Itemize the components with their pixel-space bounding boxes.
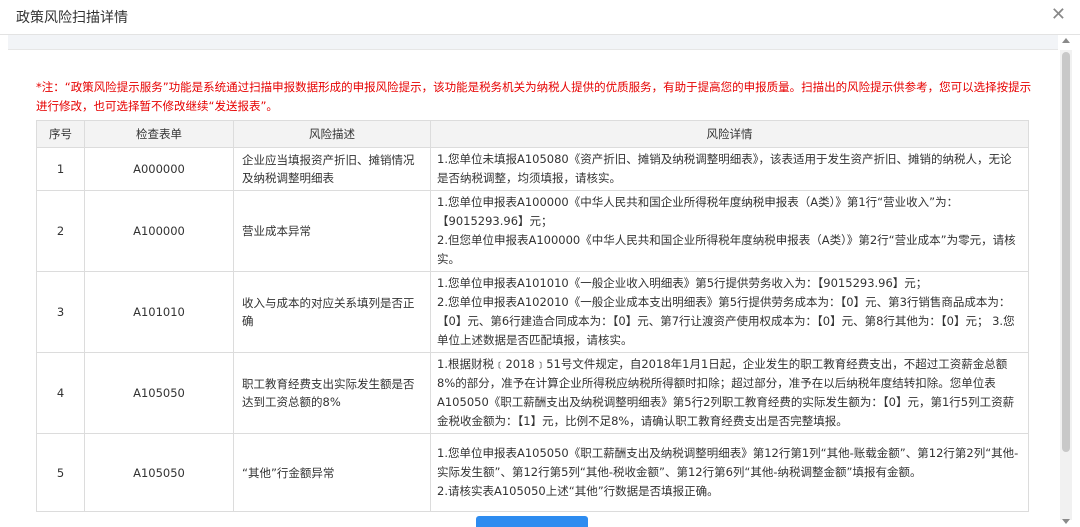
row-no: 2 bbox=[36, 190, 85, 272]
dialog-content: *注：“政策风险提示服务”功能是系统通过扫描申报数据形成的申报风险提示，该功能是… bbox=[8, 50, 1056, 520]
scroll-up-arrow-icon[interactable] bbox=[1062, 38, 1070, 43]
table-row: 4 A105050 职工教育经费支出实际发生额是否达到工资总额的8% 1.根据财… bbox=[36, 352, 1029, 434]
row-no: 4 bbox=[36, 352, 85, 434]
row-desc: 收入与成本的对应关系填列是否正确 bbox=[233, 271, 431, 353]
row-desc: “其他”行金额异常 bbox=[233, 433, 431, 512]
row-desc: 企业应当填报资产折旧、摊销情况及纳税调整明细表 bbox=[233, 147, 431, 191]
row-desc: 职工教育经费支出实际发生额是否达到工资总额的8% bbox=[233, 352, 431, 434]
row-form: A101010 bbox=[84, 271, 234, 353]
row-detail: 1.您单位申报表A101010《一般企业收入明细表》第5行提供劳务收入为：【90… bbox=[430, 271, 1029, 353]
header-desc: 风险描述 bbox=[233, 120, 431, 148]
row-no: 1 bbox=[36, 147, 85, 191]
row-detail: 1.根据财税﹝2018﹞51号文件规定，自2018年1月1日起，企业发生的职工教… bbox=[430, 352, 1029, 434]
dialog-title: 政策风险扫描详情 bbox=[16, 10, 128, 26]
header-no: 序号 bbox=[36, 120, 85, 148]
row-form: A105050 bbox=[84, 433, 234, 512]
scroll-down-arrow-icon[interactable] bbox=[1062, 519, 1070, 524]
row-detail: 1.您单位申报表A105050《职工薪酬支出及纳税调整明细表》第12行第1列“其… bbox=[430, 433, 1029, 512]
notice-text: *注：“政策风险提示服务”功能是系统通过扫描申报数据形成的申报风险提示，该功能是… bbox=[36, 80, 1032, 113]
risk-table: 序号 检查表单 风险描述 风险详情 1 A000000 企业应当填报资产折旧、摊… bbox=[36, 120, 1029, 512]
row-form: A100000 bbox=[84, 190, 234, 272]
table-row: 5 A105050 “其他”行金额异常 1.您单位申报表A105050《职工薪酬… bbox=[36, 433, 1029, 512]
table-row: 2 A100000 营业成本异常 1.您单位申报表A100000《中华人民共和国… bbox=[36, 190, 1029, 272]
row-form: A000000 bbox=[84, 147, 234, 191]
footer-button[interactable] bbox=[476, 516, 588, 527]
risk-scan-dialog: 政策风险扫描详情 ✕ *注：“政策风险提示服务”功能是系统通过扫描申报数据形成的… bbox=[0, 0, 1080, 527]
dialog-toolbar bbox=[8, 35, 1058, 50]
row-no: 3 bbox=[36, 271, 85, 353]
header-detail: 风险详情 bbox=[430, 120, 1029, 148]
header-form: 检查表单 bbox=[84, 120, 234, 148]
scrollbar-thumb[interactable] bbox=[1062, 52, 1070, 452]
table-row: 3 A101010 收入与成本的对应关系填列是否正确 1.您单位申报表A1010… bbox=[36, 271, 1029, 353]
close-icon[interactable]: ✕ bbox=[1051, 5, 1066, 25]
table-row: 1 A000000 企业应当填报资产折旧、摊销情况及纳税调整明细表 1.您单位未… bbox=[36, 147, 1029, 191]
row-no: 5 bbox=[36, 433, 85, 512]
row-detail: 1.您单位未填报A105080《资产折旧、摊销及纳税调整明细表》，该表适用于发生… bbox=[430, 147, 1029, 191]
row-desc: 营业成本异常 bbox=[233, 190, 431, 272]
dialog-titlebar: 政策风险扫描详情 ✕ bbox=[0, 0, 1080, 35]
row-detail: 1.您单位申报表A100000《中华人民共和国企业所得税年度纳税申报表（A类）》… bbox=[430, 190, 1029, 272]
row-form: A105050 bbox=[84, 352, 234, 434]
table-header-row: 序号 检查表单 风险描述 风险详情 bbox=[36, 120, 1029, 148]
